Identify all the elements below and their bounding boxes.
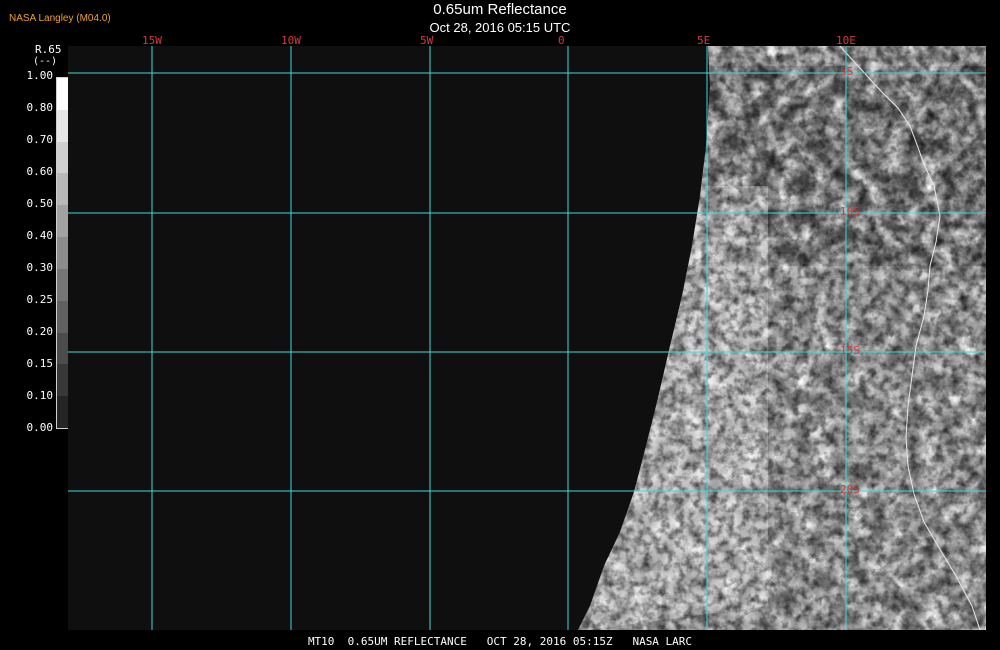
latitude-label: 15S [840, 344, 860, 357]
colorbar-tick-label: 0.00 [26, 421, 54, 434]
colorbar-tick-label: 0.15 [26, 357, 54, 370]
longitude-label: 10E [836, 34, 856, 47]
longitude-label: 15W [142, 34, 162, 47]
colorbar-tick-label: 0.25 [26, 293, 54, 306]
colorbar-title: R.65 [35, 43, 62, 56]
longitude-label: 5E [697, 34, 711, 47]
latitude-label: 5S [840, 65, 854, 78]
satellite-map [68, 46, 986, 630]
longitude-label: 0 [558, 34, 565, 47]
colorbar-units: (--) [33, 56, 58, 67]
colorbar-tick-label: 0.40 [26, 229, 54, 242]
latitude-label: 20S [840, 483, 860, 496]
longitude-label: 10W [281, 34, 301, 47]
image-timestamp: Oct 28, 2016 05:15 UTC [429, 20, 571, 35]
colorbar-tick-label: 0.30 [26, 261, 54, 274]
colorbar-tick-label: 0.60 [26, 165, 54, 178]
image-title: 0.65um Reflectance [433, 1, 567, 18]
latitude-label: 10S [840, 205, 860, 218]
footer-caption: MT10 0.65UM REFLECTANCE OCT 28, 2016 05:… [307, 635, 693, 648]
colorbar-tick-label: 0.80 [26, 101, 54, 114]
colorbar-tick-label: 0.20 [26, 325, 54, 338]
colorbar-tick-label: 0.70 [26, 133, 54, 146]
longitude-label: 5W [420, 34, 434, 47]
colorbar-tick-label: 0.10 [26, 389, 54, 402]
colorbar-tick-label: 0.50 [26, 197, 54, 210]
colorbar-tick-label: 1.00 [26, 69, 54, 82]
